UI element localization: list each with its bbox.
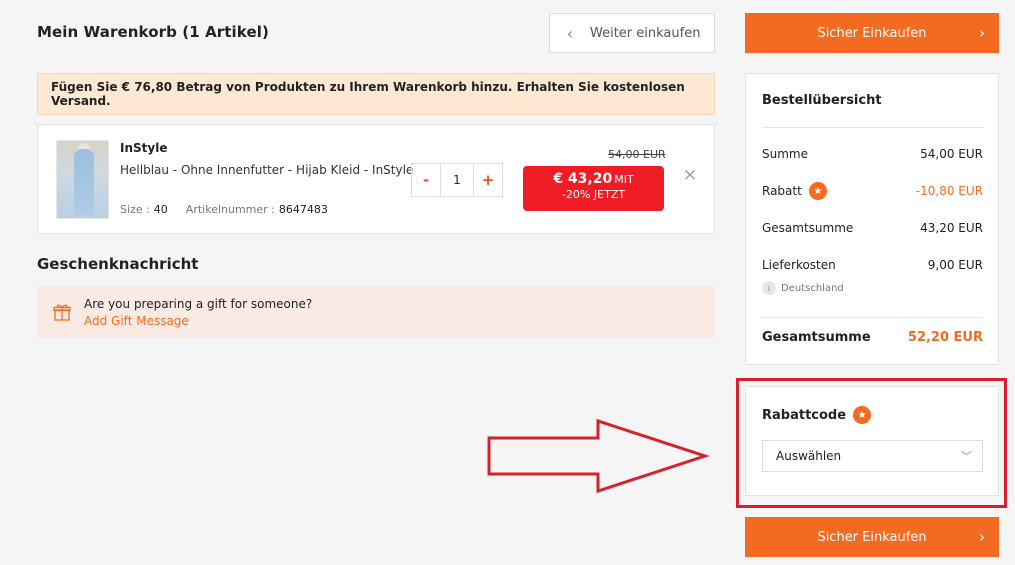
free-shipping-banner: Fügen Sie € 76,80 Betrag von Produkten z… [37,73,715,115]
summary-label: Summe [762,147,808,161]
checkout-button-bottom[interactable]: Sicher Einkaufen › [745,517,999,557]
grand-total-label: Gesamtsumme [762,330,871,345]
product-image-dress [74,149,94,215]
summary-label: Lieferkosten [762,258,836,272]
annotation-arrow-icon [487,418,710,494]
add-gift-message-link[interactable]: Add Gift Message [84,314,312,328]
gift-message-title: Geschenknachricht [37,255,199,273]
divider [762,127,983,128]
checkout-button-label: Sicher Einkaufen [817,25,927,41]
gift-message-text: Are you preparing a gift for someone? Ad… [84,297,312,328]
product-image[interactable] [56,140,109,219]
product-brand: InStyle [120,141,168,155]
grand-total-value: 52,20 EUR [907,330,983,345]
chevron-right-icon: › [979,528,985,546]
chevron-left-icon: ‹ [566,23,574,43]
star-badge-icon: ★ [808,182,827,200]
cart-title: Mein Warenkorb (1 Artikel) [37,23,269,41]
summary-value: 54,00 EUR [920,147,983,161]
divider [762,317,983,318]
product-meta: Size : 40 Artikelnummer : 8647483 [120,203,342,216]
remove-item-icon[interactable]: × [682,167,698,184]
quantity-stepper: - 1 + [411,163,503,197]
summary-row-shipping: Lieferkosten 9,00 EUR [762,258,983,272]
summary-value: -10,80 EUR [915,184,983,198]
size-label: Size : [120,203,150,216]
summary-label: Gesamtsumme [762,221,854,235]
gift-question: Are you preparing a gift for someone? [84,296,313,311]
discounted-price-badge: € 43,20 MIT -20% JETZT [523,166,664,211]
original-price: 54,00 EUR [608,148,666,161]
shipping-country-label: Deutschland [781,282,844,294]
quantity-value[interactable]: 1 [440,164,474,196]
checkout-button-top[interactable]: Sicher Einkaufen › [745,13,999,53]
price-suffix: MIT [614,173,634,186]
free-shipping-text: Fügen Sie € 76,80 Betrag von Produkten z… [51,80,685,108]
discount-note: -20% JETZT [561,188,626,201]
continue-shopping-label: Weiter einkaufen [590,25,701,41]
summary-row-discount: Rabatt ★ -10,80 EUR [762,182,983,200]
order-summary: Bestellübersicht Summe 54,00 EUR Rabatt ★… [745,73,999,365]
gift-message-box: Are you preparing a gift for someone? Ad… [37,287,715,337]
size-value: 40 [153,203,168,216]
quantity-increase-button[interactable]: + [474,164,502,196]
summary-value: 9,00 EUR [927,258,983,272]
discounted-price: € 43,20 [553,171,613,187]
annotation-highlight-box [736,378,1007,508]
summary-row-total: Gesamtsumme 43,20 EUR [762,221,983,235]
info-icon: i [762,281,776,295]
article-number-label: Artikelnummer : [185,203,275,216]
summary-row-grand-total: Gesamtsumme 52,20 EUR [762,330,983,345]
checkout-button-label: Sicher Einkaufen [817,529,927,545]
continue-shopping-button[interactable]: ‹ Weiter einkaufen [549,13,715,53]
shipping-country: i Deutschland [762,281,844,295]
order-summary-title: Bestellübersicht [762,93,882,108]
quantity-decrease-button[interactable]: - [412,164,440,196]
chevron-right-icon: › [979,24,985,42]
product-name[interactable]: Hellblau - Ohne Innenfutter - Hijab Klei… [120,163,413,177]
summary-value: 43,20 EUR [920,221,983,235]
gift-icon [53,304,71,321]
cart-item: InStyle Hellblau - Ohne Innenfutter - Hi… [37,124,715,234]
article-number-value: 8647483 [278,203,328,216]
summary-label: Rabatt [762,184,802,198]
summary-row-subtotal: Summe 54,00 EUR [762,147,983,161]
